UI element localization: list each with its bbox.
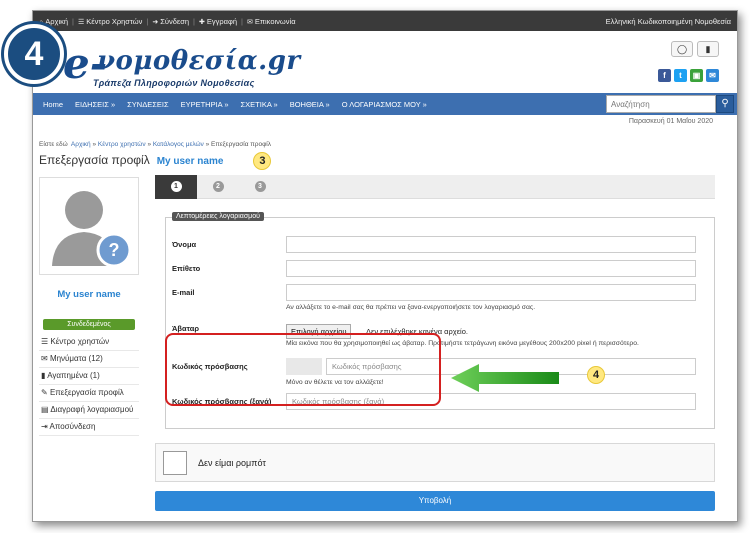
home-link[interactable]: ⌂ Αρχική	[39, 17, 68, 26]
nav-related[interactable]: ΣΧΕΤΙΚΑ »	[235, 100, 284, 109]
nav-home[interactable]: Home	[37, 100, 69, 109]
breadcrumb-members[interactable]: Κατάλογος μελών	[153, 141, 204, 148]
sidebar-username: My user name	[57, 289, 121, 300]
sidebar-item-messages[interactable]: ✉ Μηνύματα (12)	[39, 351, 139, 368]
avatar-label: Άβαταρ	[172, 324, 199, 333]
list-icon: ☰	[41, 337, 51, 346]
user-center-link[interactable]: ☰ Κέντρο Χρηστών	[78, 17, 142, 26]
email-icon[interactable]: ✉	[706, 69, 719, 82]
login-link[interactable]: ➜ Σύνδεση	[152, 17, 189, 26]
breadcrumb-user-center[interactable]: Κέντρο χρηστών	[98, 141, 146, 148]
login-icon: ➜	[152, 18, 159, 26]
tab-step-2[interactable]: 2	[197, 175, 239, 199]
top-bar: ⌂ Αρχική | ☰ Κέντρο Χρηστών | ➜ Σύνδεση | ✚…	[33, 11, 737, 31]
sidebar-item-logout[interactable]: ⇥ Αποσύνδεση	[39, 419, 139, 436]
search-input[interactable]	[606, 95, 716, 113]
logo-subtitle: Τράπεζα Πληροφοριών Νομοθεσίας	[93, 78, 255, 88]
facebook-icon[interactable]: f	[658, 69, 671, 82]
submit-button[interactable]: Υποβολή	[155, 491, 715, 511]
trash-icon: ▤	[41, 405, 51, 414]
first-name-field[interactable]	[286, 236, 696, 253]
sidebar-item-user-center[interactable]: ☰ Κέντρο χρηστών	[39, 334, 139, 351]
last-name-field[interactable]	[286, 260, 696, 277]
current-date: Παρασκευή 01 Μαΐου 2020	[628, 118, 713, 125]
comment-icon[interactable]: ◯	[671, 41, 693, 57]
email-label: E-mail	[172, 288, 195, 297]
captcha-checkbox[interactable]	[163, 451, 187, 475]
envelope-icon: ✉	[41, 354, 50, 363]
annotation-arrow-icon	[451, 364, 559, 392]
avatar: ?	[39, 177, 139, 275]
step-tabs: 1 2 3	[155, 174, 715, 199]
list-icon: ☰	[77, 18, 85, 26]
sidebar-item-favorites[interactable]: ▮ Αγαπημένα (1)	[39, 368, 139, 385]
page-username: My user name	[156, 156, 224, 167]
email-help: Αν αλλάξετε το e-mail σας θα πρέπει να ξ…	[286, 304, 536, 311]
user-edit-icon: ✎	[41, 388, 50, 397]
browser-frame: ⌂ Αρχική | ☰ Κέντρο Χρηστών | ➜ Σύνδεση | ✚…	[32, 10, 738, 522]
breadcrumb-home[interactable]: Αρχική	[71, 141, 91, 148]
register-link[interactable]: ✚ Εγγραφή	[199, 17, 237, 26]
status-badge: Συνδεδεμένος	[43, 319, 135, 330]
contact-link[interactable]: ✉ Επικοινωνία	[247, 17, 296, 26]
logo-main[interactable]: νομοθεσία.gr	[97, 46, 301, 76]
fieldset-legend: Λεπτομέρειες λογαριασμού	[172, 212, 264, 221]
sidebar: ? My user name Συνδεδεμένος ☰ Κέντρο χρη…	[39, 177, 139, 436]
tab-step-1[interactable]: 1	[155, 174, 197, 199]
email-field[interactable]	[286, 284, 696, 301]
breadcrumb: Είστε εδώ Αρχική » Κέντρο χρηστών » Κατά…	[39, 141, 272, 148]
cart-icon[interactable]: ▣	[690, 69, 703, 82]
last-name-label: Επίθετο	[172, 264, 201, 273]
highlight-box	[165, 333, 441, 406]
envelope-icon: ✉	[246, 18, 253, 26]
search-icon[interactable]: ⚲	[716, 95, 734, 113]
nav-my-account[interactable]: Ο ΛΟΓΑΡΙΑΣΜΟΣ ΜΟΥ »	[336, 100, 433, 109]
annotation-badge-3: 3	[253, 152, 272, 170]
recaptcha-widget: Δεν είμαι ρομπότ	[155, 443, 715, 482]
step-number-badge: 4	[4, 24, 64, 84]
nav-links[interactable]: ΣΥΝΔΕΣΕΙΣ	[121, 100, 174, 109]
main-nav: Home ΕΙΔΗΣΕΙΣ » ΣΥΝΔΕΣΕΙΣ ΕΥΡΕΤΗΡΙΑ » ΣΧ…	[33, 93, 737, 115]
svg-text:?: ?	[109, 240, 120, 260]
sidebar-item-edit-profile[interactable]: ✎ Επεξεργασία προφίλ	[39, 385, 139, 402]
page-title: Επεξεργασία προφίλ	[39, 153, 150, 167]
nav-indexes[interactable]: ΕΥΡΕΤΗΡΙΑ »	[175, 100, 235, 109]
annotation-badge-4: 4	[587, 366, 605, 384]
site-tagline: Ελληνική Κωδικοποιημένη Νομοθεσία	[605, 16, 731, 26]
tab-step-3[interactable]: 3	[239, 175, 281, 199]
first-name-label: Όνομα	[172, 240, 197, 249]
bookmark-icon[interactable]: ▮	[697, 41, 719, 57]
nav-help[interactable]: ΒΟΗΘΕΙΑ »	[284, 100, 336, 109]
breadcrumb-current: Επεξεργασία προφίλ	[211, 141, 272, 148]
nav-news[interactable]: ΕΙΔΗΣΕΙΣ »	[69, 100, 121, 109]
user-plus-icon: ✚	[198, 18, 205, 26]
page-title-row: Επεξεργασία προφίλ My user name 3	[33, 148, 737, 170]
captcha-label: Δεν είμαι ρομπότ	[198, 458, 266, 468]
site-header: e- νομοθεσία.gr Τράπεζα Πληροφοριών Νομο…	[33, 31, 737, 93]
twitter-icon[interactable]: t	[674, 69, 687, 82]
search-box: ⚲	[606, 95, 734, 113]
main-content: 1 2 3 Λεπτομέρειες λογαριασμού Όνομα Επί…	[155, 174, 715, 429]
sidebar-item-delete-account[interactable]: ▤ Διαγραφή λογαριασμού	[39, 402, 139, 419]
